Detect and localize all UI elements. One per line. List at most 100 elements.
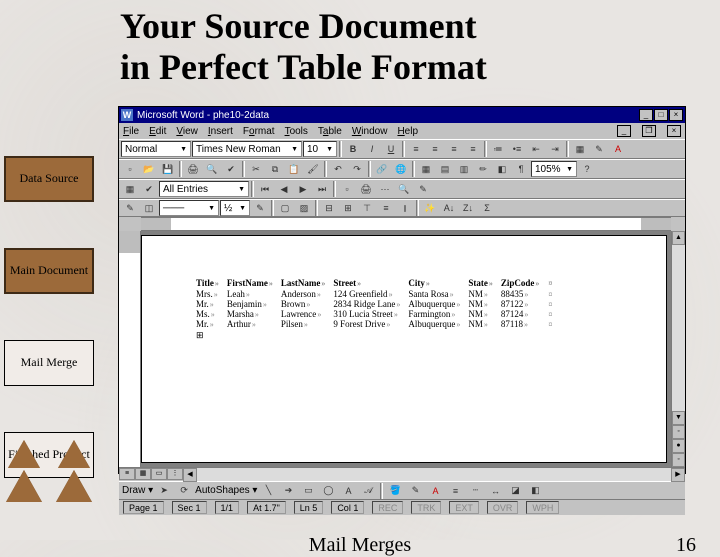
sort-desc-button[interactable]: Z↓ <box>459 200 477 216</box>
nav-main-document[interactable]: Main Document <box>4 248 94 294</box>
line-style-combo[interactable]: ───▼ <box>159 200 219 216</box>
minimize-button[interactable]: _ <box>639 109 653 121</box>
merge-first-button[interactable]: ⏮ <box>256 181 274 197</box>
drawing-button[interactable]: ✏ <box>474 161 492 177</box>
undo-button[interactable]: ↶ <box>329 161 347 177</box>
horizontal-ruler[interactable] <box>141 217 671 231</box>
help-button[interactable]: ? <box>578 161 596 177</box>
sort-asc-button[interactable]: A↓ <box>440 200 458 216</box>
3d-button[interactable]: ◧ <box>526 483 544 499</box>
paste-button[interactable]: 📋 <box>285 161 303 177</box>
menu-window[interactable]: Window <box>352 126 388 137</box>
highlight-button[interactable]: ✎ <box>590 141 608 157</box>
edit-datasource-button[interactable]: ✎ <box>414 181 432 197</box>
find-record-button[interactable]: 🔍 <box>395 181 413 197</box>
maximize-button[interactable]: □ <box>654 109 668 121</box>
print-button[interactable]: 🖨 <box>184 161 202 177</box>
merge-options-button[interactable]: ⋯ <box>376 181 394 197</box>
borders-button[interactable]: ▦ <box>571 141 589 157</box>
web-toolbar-button[interactable]: 🌐 <box>392 161 410 177</box>
size-combo[interactable]: 10▼ <box>303 141 337 157</box>
autoshapes-menu[interactable]: AutoShapes ▾ <box>195 485 257 496</box>
font-color2-button[interactable]: A <box>426 483 444 499</box>
rectangle-button[interactable]: ▭ <box>299 483 317 499</box>
arrow-button[interactable]: ➔ <box>279 483 297 499</box>
merge-last-button[interactable]: ⏭ <box>313 181 331 197</box>
eraser-button[interactable]: ◫ <box>140 200 158 216</box>
menu-file[interactable]: File <box>123 126 139 137</box>
menu-tools[interactable]: Tools <box>285 126 308 137</box>
menu-edit[interactable]: Edit <box>149 126 166 137</box>
merge-main-button[interactable]: ▦ <box>121 181 139 197</box>
rotate-button[interactable]: ⟳ <box>175 483 193 499</box>
italic-button[interactable]: I <box>363 141 381 157</box>
merge-entries-combo[interactable]: All Entries▼ <box>159 181 249 197</box>
draw-menu[interactable]: Draw ▾ <box>122 485 153 496</box>
document-map-button[interactable]: ◧ <box>493 161 511 177</box>
oval-button[interactable]: ◯ <box>319 483 337 499</box>
autoformat-button[interactable]: ✨ <box>421 200 439 216</box>
border-color-button[interactable]: ✎ <box>251 200 269 216</box>
outline-view-button[interactable]: ⋮ <box>167 468 183 480</box>
align-left-button[interactable]: ≡ <box>407 141 425 157</box>
line-weight-combo[interactable]: ½▼ <box>220 200 250 216</box>
merge-to-doc-button[interactable]: ▫ <box>338 181 356 197</box>
copy-button[interactable]: ⧉ <box>266 161 284 177</box>
zoom-combo[interactable]: 105%▼ <box>531 161 577 177</box>
prev-page-button[interactable]: ◦ <box>672 425 685 439</box>
merge-prev-button[interactable]: ◀ <box>275 181 293 197</box>
normal-view-button[interactable]: ≡ <box>119 468 135 480</box>
wordart-button[interactable]: 𝒜 <box>359 483 377 499</box>
next-page-button[interactable]: ◦ <box>672 453 685 467</box>
underline-button[interactable]: U <box>382 141 400 157</box>
close-button[interactable]: × <box>669 109 683 121</box>
vertical-scrollbar[interactable]: ▲ ▼ ◦ ● ◦ <box>671 231 685 467</box>
menu-table[interactable]: Table <box>318 126 342 137</box>
prev-arrow-icon[interactable] <box>6 470 42 502</box>
font-combo[interactable]: Times New Roman▼ <box>192 141 302 157</box>
horizontal-scrollbar[interactable]: ≡ ▦ ▭ ⋮ ◀ ▶ <box>119 467 685 481</box>
redo-button[interactable]: ↷ <box>348 161 366 177</box>
increase-indent-button[interactable]: ⇥ <box>546 141 564 157</box>
tables-button[interactable]: ▦ <box>417 161 435 177</box>
vertical-ruler[interactable] <box>119 231 141 467</box>
shadow-button[interactable]: ◪ <box>506 483 524 499</box>
menu-insert[interactable]: Insert <box>208 126 233 137</box>
line-color-button[interactable]: ✎ <box>406 483 424 499</box>
scroll-down-button[interactable]: ▼ <box>672 411 685 425</box>
excel-button[interactable]: ▤ <box>436 161 454 177</box>
align-top-button[interactable]: ⊤ <box>358 200 376 216</box>
menu-help[interactable]: Help <box>397 126 418 137</box>
doc-minimize-button[interactable]: _ <box>617 125 631 137</box>
bullet-list-button[interactable]: •≡ <box>508 141 526 157</box>
distribute-cols-button[interactable]: ⫾ <box>396 200 414 216</box>
scroll-right-button[interactable]: ▶ <box>671 468 685 482</box>
style-combo[interactable]: Normal▼ <box>121 141 191 157</box>
format-painter-button[interactable]: 🖌 <box>304 161 322 177</box>
document-page[interactable]: Title»FirstName»LastName»Street»City»Sta… <box>141 235 667 463</box>
scroll-left-button[interactable]: ◀ <box>183 468 197 482</box>
save-button[interactable]: 💾 <box>159 161 177 177</box>
cut-button[interactable]: ✂ <box>247 161 265 177</box>
align-right-button[interactable]: ≡ <box>445 141 463 157</box>
draw-table-button[interactable]: ✎ <box>121 200 139 216</box>
scroll-up-button[interactable]: ▲ <box>672 231 685 245</box>
justify-button[interactable]: ≡ <box>464 141 482 157</box>
doc-close-button[interactable]: × <box>667 125 681 137</box>
columns-button[interactable]: ▥ <box>455 161 473 177</box>
font-color-button[interactable]: A <box>609 141 627 157</box>
print-preview-button[interactable]: 🔍 <box>203 161 221 177</box>
merge-cells-button[interactable]: ⊟ <box>320 200 338 216</box>
next-arrow-icon[interactable] <box>56 470 92 502</box>
layout-view-button[interactable]: ▦ <box>135 468 151 480</box>
bold-button[interactable]: B <box>344 141 362 157</box>
menu-view[interactable]: View <box>176 126 198 137</box>
merge-to-printer-button[interactable]: 🖨 <box>357 181 375 197</box>
browse-object-button[interactable]: ● <box>672 439 685 453</box>
line-button[interactable]: ╲ <box>259 483 277 499</box>
shading-color-button[interactable]: ▨ <box>295 200 313 216</box>
open-button[interactable]: 📂 <box>140 161 158 177</box>
page-view-button[interactable]: ▭ <box>151 468 167 480</box>
merge-next-button[interactable]: ▶ <box>294 181 312 197</box>
spellcheck-button[interactable]: ✔ <box>222 161 240 177</box>
